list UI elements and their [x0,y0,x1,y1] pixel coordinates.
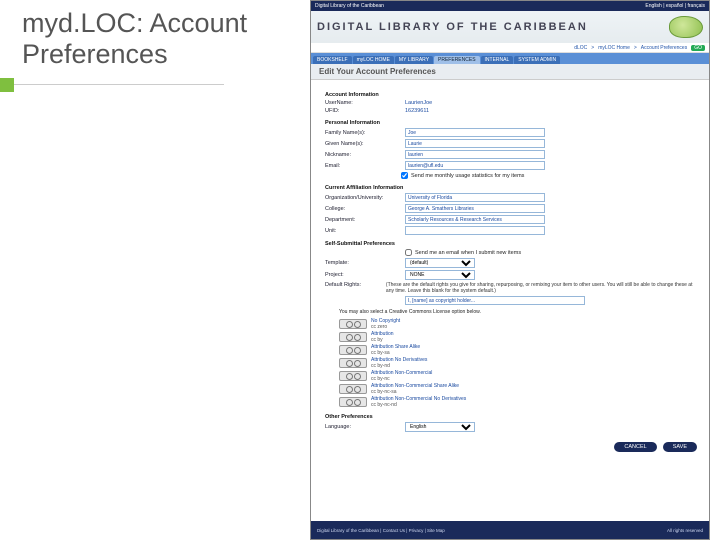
cc-0-desc: cc zero [371,324,387,330]
cc-4-desc: cc by-nc [371,376,390,382]
template-select[interactable]: (default) [405,258,475,268]
brand-text: DIGITAL LIBRARY OF THE CARIBBEAN [317,21,588,33]
tab-internal[interactable]: INTERNAL [481,56,514,64]
stats-checkbox[interactable] [401,172,408,179]
section-affiliation: Current Affiliation Information [325,185,699,191]
cc-6-desc: cc by-nc-nd [371,402,397,408]
ufid-value: 16239611 [405,108,429,114]
template-label: Template: [325,260,401,266]
button-row: CANCEL SAVE [311,438,709,456]
language-label: Language: [325,424,401,430]
footer: Digital Library of the Caribbean | Conta… [311,521,709,539]
submit-email-checkbox[interactable] [405,249,412,256]
crumb-1[interactable]: dLOC [574,45,587,51]
cc-by-nd-icon[interactable] [339,358,367,368]
project-select[interactable]: NONE [405,270,475,280]
college-label: College: [325,206,401,212]
college-field[interactable] [405,204,545,213]
slide-title: myd.LOC: AccountPreferences [22,8,247,70]
dept-label: Department: [325,217,401,223]
footer-right: All rights reserved [667,528,703,533]
go-button[interactable]: GO [691,45,705,51]
brand-logo-icon [669,16,703,38]
cc-zero-icon[interactable] [339,319,367,329]
username-value: LaurienJoe [405,100,432,106]
dept-field[interactable] [405,215,545,224]
nickname-field[interactable] [405,150,545,159]
family-label: Family Name(s): [325,130,401,136]
topbar: Digital Library of the Caribbean English… [311,1,709,11]
family-field[interactable] [405,128,545,137]
section-personal: Personal Information [325,120,699,126]
rights-field[interactable] [405,296,585,305]
given-label: Given Name(s): [325,141,401,147]
rights-hint: (These are the default rights you give f… [386,282,699,294]
tab-my-library[interactable]: MY LIBRARY [395,56,433,64]
unit-label: Unit: [325,228,401,234]
accent-line [14,84,224,85]
ufid-label: UFID: [325,108,401,114]
app-frame: Digital Library of the Caribbean English… [310,0,710,540]
stats-check-label: Send me monthly usage statistics for my … [411,173,524,179]
project-label: Project: [325,272,401,278]
tab-bookshelf[interactable]: BOOKSHELF [313,56,352,64]
given-field[interactable] [405,139,545,148]
org-label: Organization/University: [325,195,401,201]
username-label: UserName: [325,100,401,106]
brand-row: DIGITAL LIBRARY OF THE CARIBBEAN [311,11,709,43]
cc-by-nc-nd-icon[interactable] [339,397,367,407]
cc-list: No Copyrightcc zero Attributioncc by Att… [339,319,699,408]
cc-intro: You may also select a Creative Commons L… [339,309,699,315]
cc-3-desc: cc by-nd [371,363,390,369]
org-field[interactable] [405,193,545,202]
crumb-2[interactable]: myLOC Home [598,45,630,51]
topbar-left: Digital Library of the Caribbean [315,3,384,9]
breadcrumb: dLOC> myLOC Home> Account Preferences GO [311,43,709,53]
section-other: Other Preferences [325,414,699,420]
cancel-button[interactable]: CANCEL [614,442,656,452]
language-select[interactable]: English [405,422,475,432]
email-label: Email: [325,163,401,169]
submit-email-label: Send me an email when I submit new items [415,250,521,256]
unit-field[interactable] [405,226,545,235]
accent-bar [0,78,14,92]
tab-preferences[interactable]: PREFERENCES [434,56,480,64]
section-account: Account Information [325,92,699,98]
tabs: BOOKSHELF myLOC HOME MY LIBRARY PREFEREN… [311,53,709,64]
rights-label: Default Rights: [325,282,382,288]
form-area: Account Information UserName:LaurienJoe … [311,80,709,438]
nickname-label: Nickname: [325,152,401,158]
page-title: Edit Your Account Preferences [311,64,709,80]
topbar-right[interactable]: English | español | français [645,3,705,9]
cc-by-nc-sa-icon[interactable] [339,384,367,394]
email-field[interactable] [405,161,545,170]
section-selfsubmit: Self-Submittal Preferences [325,241,699,247]
cc-by-icon[interactable] [339,332,367,342]
save-button[interactable]: SAVE [663,442,697,452]
crumb-3[interactable]: Account Preferences [641,45,687,51]
cc-by-nc-icon[interactable] [339,371,367,381]
cc-1-desc: cc by [371,337,383,343]
cc-2-desc: cc by-sa [371,350,390,356]
tab-mydloc-home[interactable]: myLOC HOME [353,56,394,64]
tab-system-admin[interactable]: SYSTEM ADMIN [514,56,560,64]
cc-5-desc: cc by-nc-sa [371,389,397,395]
cc-by-sa-icon[interactable] [339,345,367,355]
footer-left[interactable]: Digital Library of the Caribbean | Conta… [317,528,445,533]
